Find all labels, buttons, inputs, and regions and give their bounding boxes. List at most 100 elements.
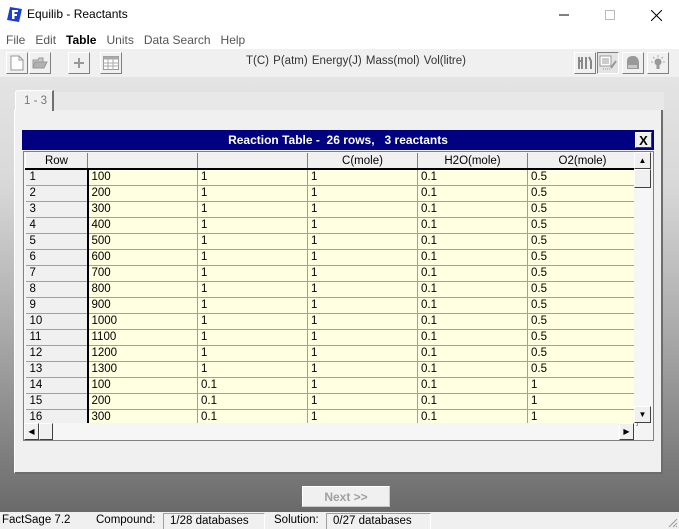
- row-number[interactable]: 14: [25, 377, 89, 394]
- table-cell[interactable]: 1: [307, 201, 418, 218]
- table-cell[interactable]: 1: [197, 361, 308, 378]
- table-cell[interactable]: 1: [307, 361, 418, 378]
- table-cell[interactable]: 1: [197, 313, 308, 330]
- table-cell[interactable]: 0.1: [417, 185, 528, 202]
- table-cell[interactable]: 0.5: [527, 249, 638, 266]
- menu-head-button[interactable]: [622, 52, 644, 74]
- table-cell[interactable]: 1: [307, 377, 418, 394]
- horizontal-scrollbar[interactable]: ◀ ▶: [24, 423, 636, 440]
- close-button[interactable]: [633, 0, 679, 30]
- maximize-button[interactable]: [587, 0, 633, 30]
- table-cell[interactable]: 1: [307, 185, 418, 202]
- table-cell[interactable]: 1: [197, 233, 308, 250]
- table-button[interactable]: [100, 52, 122, 74]
- table-cell[interactable]: 1: [307, 217, 418, 234]
- table-cell[interactable]: 0.1: [417, 281, 528, 298]
- scroll-down-button[interactable]: ▼: [634, 406, 651, 423]
- table-cell[interactable]: 1: [197, 329, 308, 346]
- table-cell[interactable]: 1: [197, 185, 308, 202]
- table-cell[interactable]: 1: [307, 345, 418, 362]
- table-cell[interactable]: 500: [87, 233, 198, 250]
- table-cell[interactable]: 1: [307, 393, 418, 410]
- row-number[interactable]: 12: [25, 345, 89, 362]
- column-header[interactable]: O2(mole): [527, 153, 638, 170]
- table-cell[interactable]: 1: [527, 377, 638, 394]
- resize-grip-icon[interactable]: [666, 516, 678, 528]
- table-cell[interactable]: 0.1: [417, 233, 528, 250]
- table-cell[interactable]: 0.5: [527, 329, 638, 346]
- table-cell[interactable]: 1200: [87, 345, 198, 362]
- units-display[interactable]: T(C) P(atm) Energy(J) Mass(mol) Vol(litr…: [246, 55, 466, 67]
- table-cell[interactable]: 0.5: [527, 233, 638, 250]
- table-cell[interactable]: 0.5: [527, 297, 638, 314]
- table-cell[interactable]: 1: [307, 297, 418, 314]
- table-cell[interactable]: 700: [87, 265, 198, 282]
- table-cell[interactable]: 1100: [87, 329, 198, 346]
- column-header[interactable]: [197, 153, 308, 170]
- table-cell[interactable]: 0.1: [197, 377, 308, 394]
- menu-table[interactable]: Table: [62, 33, 100, 47]
- row-number[interactable]: 10: [25, 313, 89, 330]
- table-cell[interactable]: 0.5: [527, 345, 638, 362]
- table-cell[interactable]: 1000: [87, 313, 198, 330]
- table-cell[interactable]: 0.1: [417, 201, 528, 218]
- table-cell[interactable]: 0.1: [417, 217, 528, 234]
- table-cell[interactable]: 0.1: [417, 361, 528, 378]
- table-cell[interactable]: 1: [197, 345, 308, 362]
- calculate-button[interactable]: [647, 52, 669, 74]
- column-header[interactable]: Row: [25, 153, 88, 170]
- table-cell[interactable]: 0.5: [527, 201, 638, 218]
- horizontal-scroll-thumb[interactable]: [39, 423, 53, 440]
- table-cell[interactable]: 0.1: [417, 329, 528, 346]
- table-cell[interactable]: 0.1: [417, 297, 528, 314]
- table-cell[interactable]: 1: [197, 201, 308, 218]
- table-cell[interactable]: 0.5: [527, 313, 638, 330]
- table-cell[interactable]: 0.5: [527, 169, 638, 186]
- table-cell[interactable]: 1: [307, 249, 418, 266]
- table-cell[interactable]: 0.1: [417, 393, 528, 410]
- table-cell[interactable]: 1: [197, 265, 308, 282]
- table-cell[interactable]: 0.5: [527, 217, 638, 234]
- table-cell[interactable]: 0.1: [417, 377, 528, 394]
- table-cell[interactable]: 1: [197, 217, 308, 234]
- table-cell[interactable]: 900: [87, 297, 198, 314]
- table-cell[interactable]: 1: [197, 297, 308, 314]
- new-file-button[interactable]: [6, 52, 28, 74]
- column-header[interactable]: C(mole): [307, 153, 418, 170]
- row-number[interactable]: 5: [25, 233, 89, 250]
- table-cell[interactable]: 1: [197, 169, 308, 186]
- table-cell[interactable]: 0.5: [527, 361, 638, 378]
- row-number[interactable]: 6: [25, 249, 89, 266]
- open-button[interactable]: [29, 52, 51, 74]
- row-number[interactable]: 11: [25, 329, 89, 346]
- row-number[interactable]: 4: [25, 217, 89, 234]
- table-cell[interactable]: 0.5: [527, 185, 638, 202]
- menu-units[interactable]: Units: [102, 33, 137, 47]
- menu-data-search[interactable]: Data Search: [140, 33, 215, 47]
- row-number[interactable]: 2: [25, 185, 89, 202]
- table-cell[interactable]: 0.1: [417, 313, 528, 330]
- reactions-button[interactable]: [574, 52, 596, 74]
- scroll-left-button[interactable]: ◀: [24, 423, 39, 440]
- menu-file[interactable]: File: [2, 33, 29, 47]
- table-cell[interactable]: 0.1: [417, 345, 528, 362]
- next-button[interactable]: Next >>: [302, 486, 390, 507]
- table-cell[interactable]: 1300: [87, 361, 198, 378]
- table-cell[interactable]: 1: [307, 281, 418, 298]
- table-cell[interactable]: 1: [527, 393, 638, 410]
- row-number[interactable]: 3: [25, 201, 89, 218]
- menu-help[interactable]: Help: [217, 33, 250, 47]
- table-cell[interactable]: 0.1: [417, 169, 528, 186]
- column-header[interactable]: [87, 153, 198, 170]
- minimize-button[interactable]: [541, 0, 587, 30]
- row-number[interactable]: 9: [25, 297, 89, 314]
- row-number[interactable]: 7: [25, 265, 89, 282]
- table-cell[interactable]: 0.5: [527, 281, 638, 298]
- row-number[interactable]: 13: [25, 361, 89, 378]
- menu-edit[interactable]: Edit: [31, 33, 60, 47]
- table-cell[interactable]: 300: [87, 201, 198, 218]
- row-number[interactable]: 1: [25, 169, 89, 186]
- row-number[interactable]: 15: [25, 393, 89, 410]
- table-cell[interactable]: 1: [197, 249, 308, 266]
- table-cell[interactable]: 200: [87, 185, 198, 202]
